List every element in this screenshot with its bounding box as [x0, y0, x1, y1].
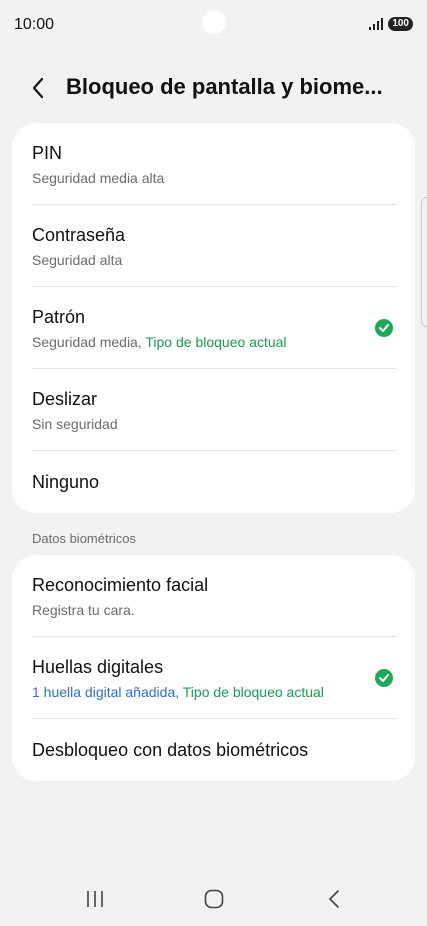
- option-title: Huellas digitales: [32, 657, 164, 677]
- subtitle-text: 1 huella digital añadida,: [32, 684, 183, 700]
- option-subtitle: Registra tu cara.: [32, 602, 135, 618]
- edge-panel-handle[interactable]: [421, 197, 427, 327]
- option-subtitle: Seguridad alta: [32, 252, 123, 268]
- option-title: PIN: [32, 143, 63, 163]
- checkmark-icon: [375, 669, 393, 687]
- option-biometric-unlock[interactable]: Desbloqueo con datos biométricos: [12, 719, 415, 801]
- signal-icon: [369, 18, 384, 30]
- lock-type-list: PIN Seguridad media alta Contraseña Segu…: [12, 123, 415, 513]
- option-title: Patrón: [32, 307, 86, 327]
- subtitle-text: Seguridad media,: [32, 334, 146, 350]
- option-subtitle: Sin seguridad: [32, 416, 118, 432]
- status-bar: 10:00 100: [0, 0, 427, 52]
- recent-apps-button[interactable]: [83, 888, 107, 910]
- nav-back-button[interactable]: [322, 888, 346, 910]
- option-fingerprints[interactable]: Huellas digitales 1 huella digital añadi…: [12, 637, 415, 719]
- back-button[interactable]: [26, 76, 50, 100]
- current-lock-label: Tipo de bloqueo actual: [145, 334, 287, 350]
- option-pattern[interactable]: Patrón Seguridad media, Tipo de bloqueo …: [12, 287, 415, 369]
- back-arrow-icon: [329, 890, 339, 908]
- option-none[interactable]: Ninguno: [12, 451, 415, 533]
- current-lock-label: Tipo de bloqueo actual: [182, 684, 324, 700]
- section-label-biometrics: Datos biométricos: [32, 531, 137, 546]
- front-camera: [202, 10, 226, 34]
- option-subtitle: 1 huella digital añadida, Tipo de bloque…: [32, 684, 324, 700]
- option-subtitle: Seguridad media, Tipo de bloqueo actual: [32, 334, 287, 350]
- option-title: Ninguno: [32, 472, 100, 492]
- option-title: Reconocimiento facial: [32, 575, 209, 595]
- option-password[interactable]: Contraseña Seguridad alta: [12, 205, 415, 287]
- status-time: 10:00: [14, 16, 55, 33]
- chevron-left-icon: [32, 77, 44, 99]
- option-title: Deslizar: [32, 389, 98, 409]
- recent-apps-icon: [87, 891, 103, 907]
- checkmark-icon: [375, 319, 393, 337]
- option-swipe[interactable]: Deslizar Sin seguridad: [12, 369, 415, 451]
- option-face-recognition[interactable]: Reconocimiento facial Registra tu cara.: [12, 555, 415, 637]
- navigation-bar: [0, 870, 427, 926]
- page-title: Bloqueo de pantalla y biome...: [66, 74, 383, 99]
- option-title: Contraseña: [32, 225, 126, 245]
- home-icon: [204, 889, 224, 909]
- battery-indicator: 100: [388, 17, 413, 31]
- status-icons: 100: [369, 16, 413, 32]
- home-button[interactable]: [202, 888, 226, 910]
- option-title: Desbloqueo con datos biométricos: [32, 740, 309, 760]
- biometrics-list: Reconocimiento facial Registra tu cara. …: [12, 555, 415, 781]
- option-subtitle: Seguridad media alta: [32, 170, 165, 186]
- header: Bloqueo de pantalla y biome...: [0, 66, 427, 110]
- option-pin[interactable]: PIN Seguridad media alta: [12, 123, 415, 205]
